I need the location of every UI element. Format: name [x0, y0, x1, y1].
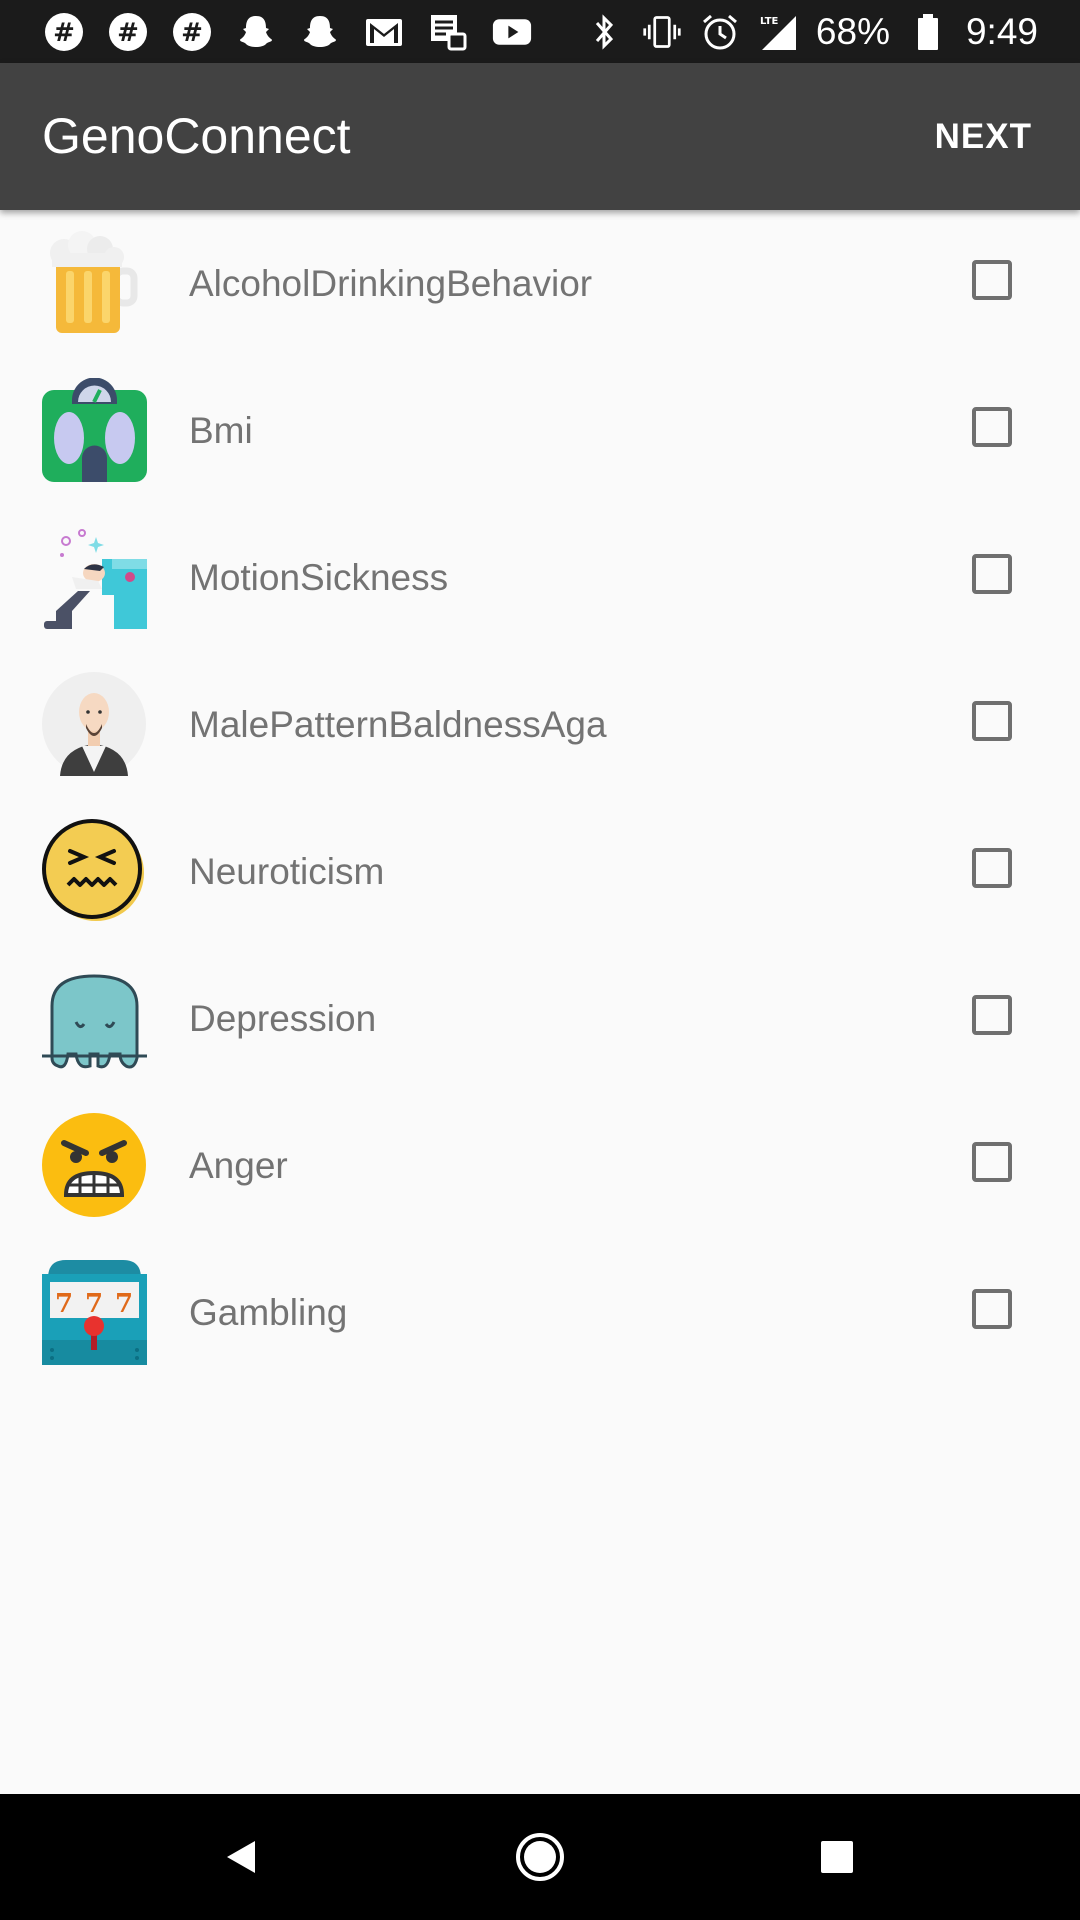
list-item[interactable]: Depression — [0, 945, 1080, 1092]
gmail-icon — [364, 12, 404, 52]
trait-checkbox[interactable] — [972, 1142, 1012, 1182]
list-item[interactable]: MalePatternBaldnessAga — [0, 651, 1080, 798]
trait-label: Depression — [189, 998, 377, 1039]
list-item[interactable]: Anger — [0, 1092, 1080, 1239]
bald-man-icon — [42, 672, 147, 777]
trait-label: MotionSickness — [189, 557, 449, 598]
svg-text:7: 7 — [115, 1289, 133, 1319]
app-bar: GenoConnect NEXT — [0, 63, 1080, 210]
snapchat-icon — [236, 12, 276, 52]
snapchat-icon — [300, 12, 340, 52]
list-item[interactable]: MotionSickness — [0, 504, 1080, 651]
svg-text:7: 7 — [55, 1289, 73, 1319]
trait-list: AlcoholDrinkingBehavior Bmi MotionSickne… — [0, 210, 1080, 1386]
motion-sickness-icon — [42, 525, 147, 630]
trait-checkbox[interactable] — [972, 848, 1012, 888]
alarm-icon — [700, 12, 740, 52]
back-icon — [227, 1841, 255, 1873]
svg-text:7: 7 — [85, 1289, 103, 1319]
trait-checkbox[interactable] — [972, 701, 1012, 741]
sad-blob-icon — [42, 966, 147, 1071]
navigation-bar — [0, 1794, 1080, 1920]
trait-checkbox[interactable] — [972, 407, 1012, 447]
svg-text:#: # — [53, 18, 75, 48]
list-item[interactable]: Neuroticism — [0, 798, 1080, 945]
status-bar: # # # LTE 68% 9:49 — [0, 0, 1080, 63]
list-item[interactable]: AlcoholDrinkingBehavior — [0, 210, 1080, 357]
clock: 9:49 — [965, 10, 1038, 52]
home-button[interactable] — [480, 1794, 600, 1920]
beer-mug-icon — [42, 231, 147, 336]
notification-icons: # # # — [44, 0, 532, 63]
recents-icon — [821, 1841, 853, 1873]
slack-icon: # — [44, 12, 84, 52]
youtube-icon — [492, 12, 532, 52]
trait-checkbox[interactable] — [972, 1289, 1012, 1329]
slot-machine-icon: 7 7 7 — [42, 1260, 147, 1365]
svg-text:LTE: LTE — [760, 16, 779, 27]
battery-percent: 68% — [815, 10, 890, 52]
lte-signal-icon: LTE — [758, 12, 798, 52]
angry-face-icon — [42, 1113, 147, 1218]
list-item[interactable]: 7 7 7 Gambling — [0, 1239, 1080, 1386]
battery-icon — [908, 12, 948, 52]
vibrate-icon — [642, 12, 682, 52]
list-item[interactable]: Bmi — [0, 357, 1080, 504]
trait-checkbox[interactable] — [972, 260, 1012, 300]
slack-icon: # — [172, 12, 212, 52]
bluetooth-icon — [584, 12, 624, 52]
home-icon — [516, 1833, 564, 1881]
trait-label: Bmi — [189, 410, 253, 451]
slack-icon: # — [108, 12, 148, 52]
svg-text:#: # — [181, 18, 203, 48]
weight-scale-icon — [42, 377, 147, 483]
system-status: LTE 68% 9:49 — [584, 0, 1038, 63]
anxious-face-icon — [42, 819, 147, 924]
svg-text:#: # — [117, 18, 139, 48]
trait-checkbox[interactable] — [972, 554, 1012, 594]
tasks-icon — [428, 12, 468, 52]
trait-checkbox[interactable] — [972, 995, 1012, 1035]
trait-label: Anger — [189, 1145, 288, 1186]
trait-label: MalePatternBaldnessAga — [189, 704, 607, 745]
recents-button[interactable] — [777, 1794, 897, 1920]
next-button[interactable]: NEXT — [919, 105, 1048, 169]
back-button[interactable] — [181, 1794, 301, 1920]
app-title: GenoConnect — [42, 108, 351, 164]
trait-label: Neuroticism — [189, 851, 385, 892]
trait-label: Gambling — [189, 1292, 348, 1333]
trait-label: AlcoholDrinkingBehavior — [189, 263, 593, 304]
